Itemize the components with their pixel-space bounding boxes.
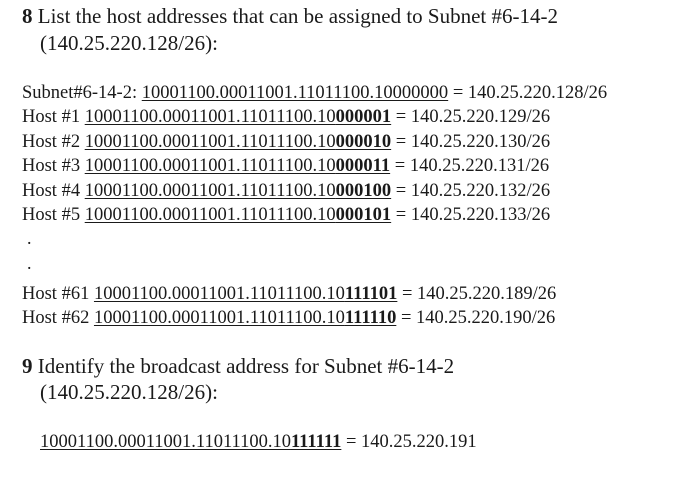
host-result: = 140.25.220.129/26	[391, 107, 551, 127]
host-result: = 140.25.220.131/26	[390, 156, 550, 176]
question-9-heading: 9 Identify the broadcast address for Sub…	[22, 354, 454, 379]
host-row: Host #5 10001100.00011001.11011100.10000…	[22, 203, 550, 227]
subnet-line: Subnet#6-14-2: 10001100.00011001.1101110…	[22, 81, 607, 105]
host-result: = 140.25.220.130/26	[391, 132, 551, 152]
host-result: = 140.25.220.132/26	[391, 181, 551, 201]
question-9-subtitle: (140.25.220.128/26):	[40, 380, 218, 404]
question-8-subtitle: (140.25.220.128/26):	[40, 31, 218, 55]
question-8-heading: 8 List the host addresses that can be as…	[22, 4, 558, 29]
host-label: Host #1	[22, 107, 85, 127]
broadcast-result: = 140.25.220.191	[341, 432, 477, 452]
host-binary: 10001100.00011001.11011100.10000001	[84, 107, 392, 127]
host-label: Host #3	[22, 156, 85, 176]
host-label: Host #2	[22, 132, 85, 152]
host-binary: 10001100.00011001.11011100.10111110	[93, 308, 397, 328]
host-binary: 10001100.00011001.11011100.10000100	[84, 181, 392, 201]
host-label: Host #5	[22, 205, 85, 225]
host-binary: 10001100.00011001.11011100.10000010	[84, 132, 392, 152]
host-label: Host #61	[22, 284, 94, 304]
host-result: = 140.25.220.190/26	[396, 308, 556, 328]
subnet-label: Subnet#6-14-2:	[22, 83, 142, 103]
host-row: Host #2 10001100.00011001.11011100.10000…	[22, 130, 550, 154]
host-result: = 140.25.220.189/26	[397, 284, 557, 304]
host-row: Host #62 10001100.00011001.11011100.1011…	[22, 306, 555, 330]
ellipsis-dot: .	[27, 228, 32, 248]
host-row: Host #1 10001100.00011001.11011100.10000…	[22, 105, 550, 129]
host-row: Host #4 10001100.00011001.11011100.10000…	[22, 179, 550, 203]
broadcast-binary: 10001100.00011001.11011100.10111111	[40, 432, 342, 452]
host-row: Host #61 10001100.00011001.11011100.1011…	[22, 282, 556, 306]
host-binary: 10001100.00011001.11011100.10111101	[93, 284, 398, 304]
subnet-binary: 10001100.00011001.11011100.10000000	[141, 83, 449, 103]
broadcast-line: 10001100.00011001.11011100.10111111 = 14…	[40, 430, 477, 454]
host-label: Host #62	[22, 308, 94, 328]
host-binary: 10001100.00011001.11011100.10000101	[84, 205, 392, 225]
question-9-title: Identify the broadcast address for Subne…	[32, 354, 455, 378]
question-8-number: 8	[22, 4, 33, 28]
subnet-result: = 140.25.220.128/26	[448, 83, 608, 103]
host-label: Host #4	[22, 181, 85, 201]
host-binary: 10001100.00011001.11011100.10000011	[84, 156, 391, 176]
question-9-number: 9	[22, 354, 33, 378]
question-8-title: List the host addresses that can be assi…	[32, 4, 558, 28]
host-result: = 140.25.220.133/26	[391, 205, 551, 225]
ellipsis-dot: .	[27, 253, 32, 273]
host-row: Host #3 10001100.00011001.11011100.10000…	[22, 154, 549, 178]
